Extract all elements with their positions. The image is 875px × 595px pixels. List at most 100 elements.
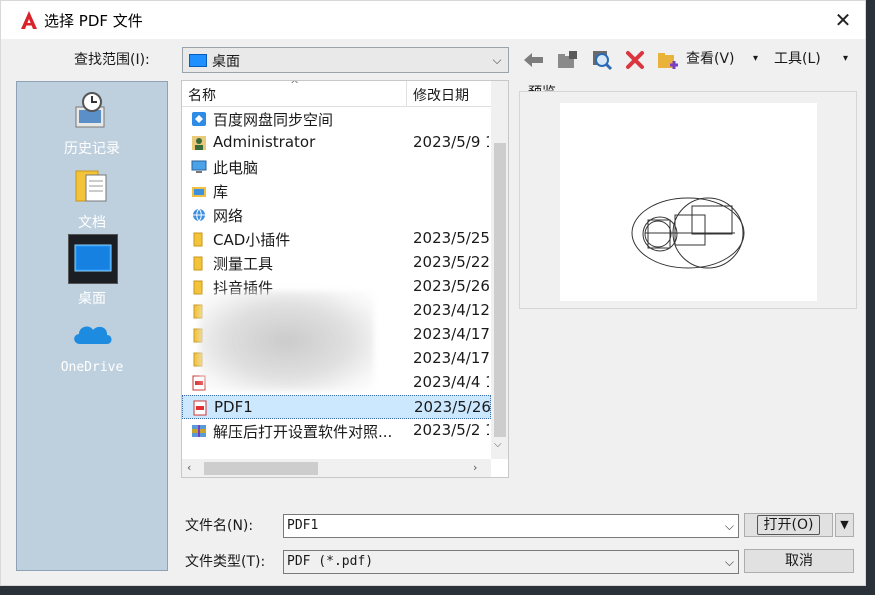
file-row[interactable]: 测量工具 2023/5/22 (182, 251, 491, 275)
file-list[interactable]: ^ 名称 修改日期 百度网盘同步空间 Administrator 2023/5/9 … (181, 80, 509, 478)
tools-menu[interactable]: 工具(L) (774, 48, 821, 72)
new-folder-button[interactable] (656, 48, 680, 72)
autocad-app-icon (21, 11, 37, 29)
filetype-value: PDF (*.pdf) (287, 554, 374, 569)
filename-dropdown-icon[interactable]: ⌵ (725, 515, 734, 537)
file-row[interactable]: 解压后打开设置软件对照... 2023/5/2 1 (182, 419, 491, 443)
close-button[interactable]: ✕ (831, 8, 855, 32)
scroll-down-arrow-icon[interactable]: ⌵ (494, 439, 502, 450)
title-bar: 选择 PDF 文件 ✕ (1, 1, 865, 39)
file-date: 2023/5/26 (414, 398, 490, 416)
up-folder-icon (555, 48, 579, 72)
filetype-select[interactable]: PDF (*.pdf) ⌵ (283, 550, 739, 574)
scroll-left-arrow-icon[interactable]: ‹ (187, 461, 191, 474)
open-button[interactable]: 打开(O) (744, 513, 833, 537)
vertical-scroll-thumb[interactable] (494, 143, 506, 437)
file-date: 2023/4/17 (413, 349, 489, 367)
place-desktop-label: 桌面 (78, 291, 106, 307)
file-name: 网络 (213, 207, 244, 225)
preview-panel (519, 91, 857, 309)
filetype-label: 文件类型(T): (185, 554, 266, 570)
file-name: 此电脑 (213, 159, 259, 177)
pdf-icon (192, 400, 208, 416)
place-desktop[interactable]: 桌面 (17, 286, 167, 308)
places-bar: 历史记录 文档 桌面 OneDrive (16, 81, 168, 571)
scroll-right-arrow-icon[interactable]: › (473, 461, 477, 474)
history-icon (17, 86, 167, 136)
filename-value: PDF1 (287, 518, 319, 533)
place-onedrive[interactable]: OneDrive (17, 308, 167, 375)
drawing-thumbnail-icon (631, 197, 745, 269)
desktop-small-icon (189, 54, 207, 67)
documents-icon (17, 160, 167, 210)
tools-dropdown-arrow[interactable]: ▾ (843, 48, 848, 72)
window-title: 选择 PDF 文件 (44, 12, 143, 30)
preview-thumbnail (560, 103, 817, 301)
place-desktop-selected-frame[interactable] (68, 234, 118, 284)
file-list-header: ^ 名称 修改日期 (182, 81, 491, 107)
search-web-icon (590, 48, 614, 72)
search-web-button[interactable] (590, 48, 614, 72)
file-name: CAD小插件 (213, 231, 291, 249)
view-menu[interactable]: 查看(V) (686, 48, 735, 72)
place-history[interactable]: 历史记录 (17, 86, 167, 158)
horizontal-scroll-thumb[interactable] (204, 462, 318, 475)
file-name: 库 (213, 183, 229, 201)
tools-label: 工具(L) (774, 51, 821, 67)
cancel-button[interactable]: 取消 (744, 549, 854, 573)
blurred-region (199, 291, 374, 391)
file-date: 2023/5/26 (413, 277, 489, 295)
file-date: 2023/5/2 1 (413, 421, 489, 439)
file-row[interactable]: 百度网盘同步空间 (182, 107, 491, 131)
file-name: Administrator (213, 133, 316, 151)
archive-icon (191, 423, 207, 439)
file-name: 百度网盘同步空间 (213, 111, 334, 129)
open-button-label: 打开(O) (756, 515, 821, 535)
onedrive-icon (17, 308, 167, 358)
view-dropdown-arrow[interactable]: ▾ (753, 48, 758, 72)
chevron-down-icon[interactable]: ⌵ (490, 51, 504, 69)
file-date: 2023/5/9 1 (413, 133, 489, 151)
folder-icon (191, 231, 207, 247)
file-name: 解压后打开设置软件对照... (213, 423, 393, 441)
delete-button[interactable] (623, 48, 647, 72)
file-date: 2023/4/12 (413, 301, 489, 319)
library-icon (191, 183, 207, 199)
desktop-icon (74, 244, 112, 272)
open-options-dropdown[interactable]: ▼ (835, 513, 854, 537)
file-row[interactable]: 网络 (182, 203, 491, 227)
place-documents-label: 文档 (78, 215, 106, 231)
file-date: 2023/4/17 (413, 325, 489, 343)
place-documents[interactable]: 文档 (17, 160, 167, 232)
file-dialog: 选择 PDF 文件 ✕ 查找范围(I): 桌面 ⌵ 查看(V) ▾ 工具(L) … (0, 0, 866, 586)
file-row[interactable]: 此电脑 (182, 155, 491, 179)
file-row[interactable]: 库 (182, 179, 491, 203)
file-row[interactable]: PDF1 2023/5/26 (182, 395, 491, 419)
file-date: 2023/5/25 (413, 229, 489, 247)
user-icon (191, 135, 207, 151)
back-icon (522, 48, 546, 72)
lookin-combo[interactable]: 桌面 ⌵ (182, 47, 509, 73)
vertical-scrollbar[interactable]: ⌵ (491, 81, 508, 459)
up-folder-button[interactable] (555, 48, 579, 72)
column-header-name[interactable]: 名称 (188, 85, 216, 105)
file-name: 测量工具 (213, 255, 274, 273)
place-history-label: 历史记录 (64, 141, 120, 157)
delete-icon (623, 48, 647, 72)
filename-input[interactable]: PDF1 ⌵ (283, 514, 739, 538)
computer-icon (191, 159, 207, 175)
column-divider[interactable] (406, 81, 407, 107)
sort-ascending-icon: ^ (290, 80, 300, 91)
horizontal-scrollbar[interactable]: ‹ › (182, 459, 491, 477)
back-button[interactable] (522, 48, 546, 72)
network-icon (191, 207, 207, 223)
file-name: PDF1 (214, 398, 253, 416)
column-header-date[interactable]: 修改日期 (413, 85, 469, 105)
baidu-icon (191, 111, 207, 127)
file-row[interactable]: CAD小插件 2023/5/25 (182, 227, 491, 251)
filetype-dropdown-icon[interactable]: ⌵ (725, 551, 734, 573)
new-folder-icon (656, 48, 680, 72)
view-label: 查看(V) (686, 51, 735, 67)
file-date: 2023/5/22 (413, 253, 489, 271)
file-row[interactable]: Administrator 2023/5/9 1 (182, 131, 491, 155)
